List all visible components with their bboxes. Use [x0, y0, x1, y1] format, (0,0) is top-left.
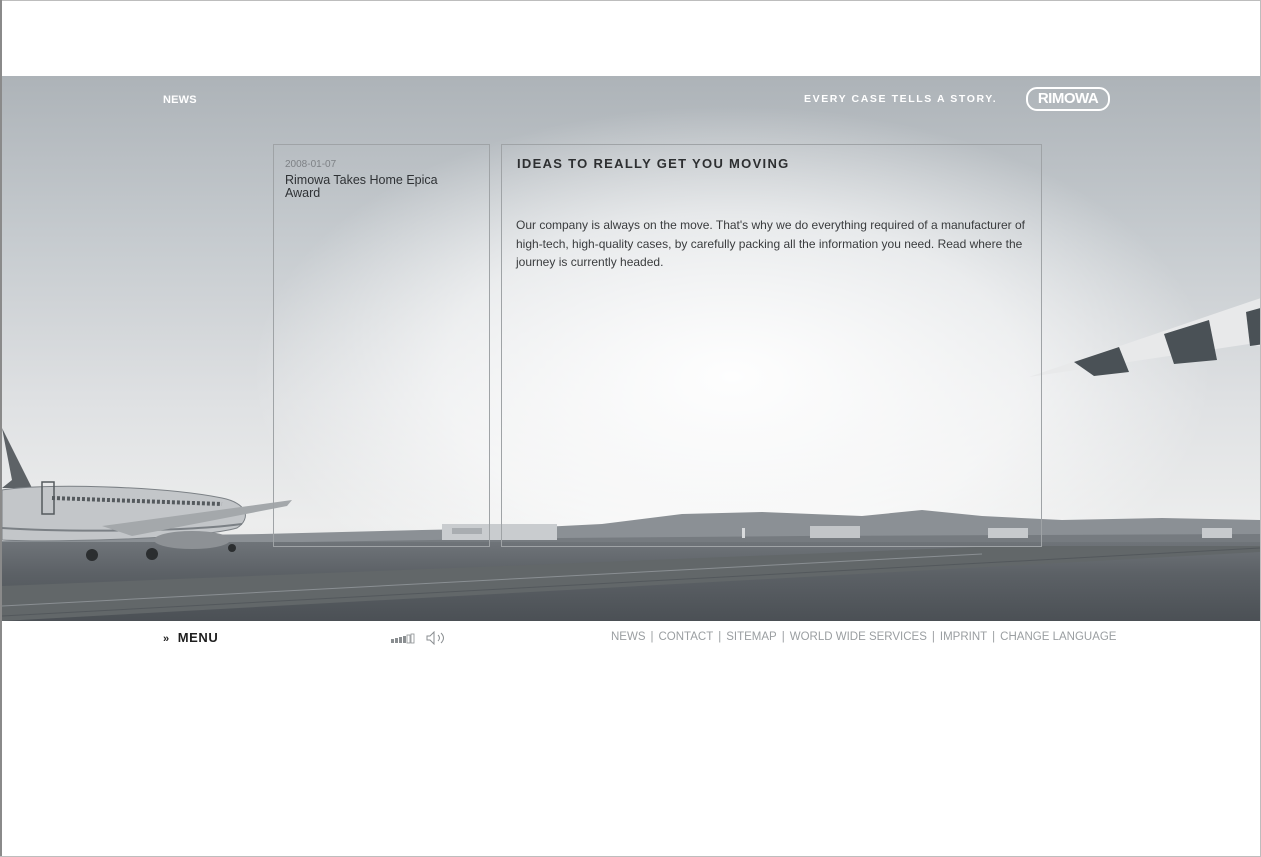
menu-label: MENU [177, 630, 219, 645]
footer-link-contact[interactable]: CONTACT [659, 631, 714, 643]
article-body: Our company is always on the move. That'… [516, 218, 1025, 269]
section-title: NEWS [163, 94, 197, 106]
news-headline-link[interactable]: Rimowa Takes Home Epica Award [285, 174, 475, 200]
footer-nav: NEWS | CONTACT | SITEMAP | WORLD WIDE SERVICES… [611, 631, 1116, 643]
footer-link-sitemap[interactable]: SITEMAP [726, 631, 776, 643]
windsock-graphic [1029, 298, 1260, 377]
footer-link-world-wide-services[interactable]: WORLD WIDE SERVICES [790, 631, 927, 643]
article-panel: IDEAS TO REALLY GET YOU MOVING Our compa… [501, 144, 1042, 547]
rimowa-logo[interactable]: RIMOWA [1026, 87, 1110, 111]
news-date: 2008-01-07 [285, 159, 337, 170]
article-title: IDEAS TO REALLY GET YOU MOVING [517, 156, 790, 171]
footer-link-change-language[interactable]: CHANGE LANGUAGE [1000, 631, 1116, 643]
nav-separator: | [650, 631, 654, 643]
nav-separator: | [718, 631, 722, 643]
nav-separator: | [931, 631, 935, 643]
brand-slogan: EVERY CASE TELLS A STORY. [804, 93, 998, 105]
news-list-panel: 2008-01-07 Rimowa Takes Home Epica Award [273, 144, 490, 547]
nav-separator: | [781, 631, 785, 643]
footer-link-news[interactable]: NEWS [611, 631, 646, 643]
nav-separator: | [992, 631, 996, 643]
footer-link-imprint[interactable]: IMPRINT [940, 631, 987, 643]
footer-bar: » MENU NEWS | CONTACT | SITEMAP | WORLD WIDE SE… [0, 621, 1261, 651]
airplane-graphic [2, 428, 292, 561]
window-border-top [0, 0, 1261, 1]
hero-stage: NEWS EVERY CASE TELLS A STORY. RIMOWA 20… [2, 76, 1260, 621]
speaker-volume-icon[interactable] [391, 631, 449, 645]
menu-button[interactable]: » MENU [163, 630, 218, 645]
double-chevron-right-icon: » [163, 633, 170, 645]
